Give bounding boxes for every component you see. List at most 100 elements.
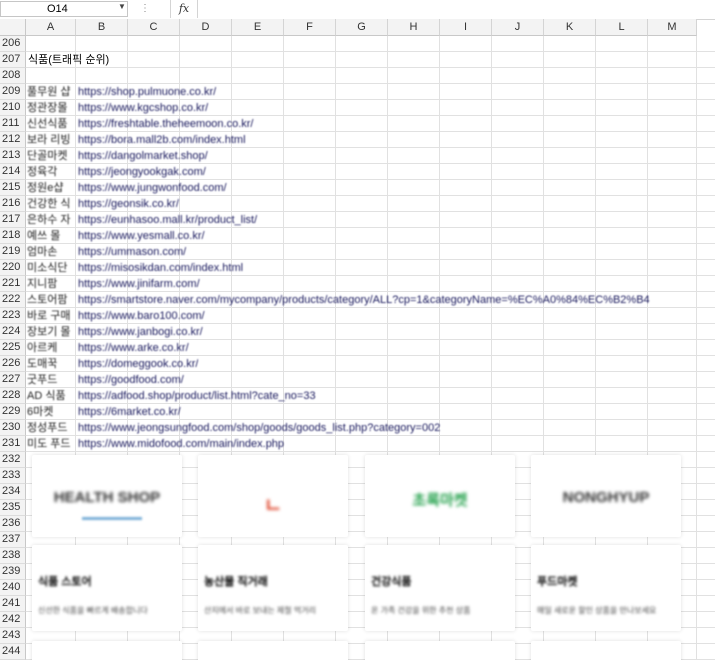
column-header-g[interactable]: G	[336, 19, 388, 36]
row-header[interactable]: 216	[0, 196, 26, 212]
row-header[interactable]: 232	[0, 452, 26, 468]
column-header-a[interactable]: A	[26, 19, 76, 36]
site-url-cell[interactable]: https://adfood.shop/product/list.html?ca…	[78, 388, 316, 404]
site-name-cell[interactable]: 예쓰 몰	[27, 228, 76, 244]
row-header[interactable]: 228	[0, 388, 26, 404]
site-url-cell[interactable]: https://freshtable.theheemoon.co.kr/	[78, 116, 254, 132]
site-url-cell[interactable]: https://www.yesmall.co.kr/	[78, 228, 205, 244]
row-header[interactable]: 214	[0, 164, 26, 180]
row-header[interactable]: 231	[0, 436, 26, 452]
column-header-i[interactable]: I	[440, 19, 492, 36]
site-url-cell[interactable]: https://www.janbogi.co.kr/	[78, 324, 203, 340]
row-header[interactable]: 211	[0, 116, 26, 132]
row-header[interactable]: 218	[0, 228, 26, 244]
site-name-cell[interactable]: 굿푸드	[27, 372, 76, 388]
column-header-e[interactable]: E	[232, 19, 284, 36]
site-url-cell[interactable]: https://smartstore.naver.com/mycompany/p…	[78, 292, 650, 308]
site-url-cell[interactable]: https://6market.co.kr/	[78, 404, 181, 420]
row-header[interactable]: 238	[0, 548, 26, 564]
site-name-cell[interactable]: 건강한 식	[27, 196, 76, 212]
row-header[interactable]: 220	[0, 260, 26, 276]
row-header[interactable]: 212	[0, 132, 26, 148]
row-header[interactable]: 229	[0, 404, 26, 420]
site-url-cell[interactable]: https://www.jeongsungfood.com/shop/goods…	[78, 420, 440, 436]
site-url-cell[interactable]: https://www.midofood.com/main/index.php	[78, 436, 284, 452]
site-url-cell[interactable]: https://shop.pulmuone.co.kr/	[78, 84, 216, 100]
site-url-cell[interactable]: https://www.arke.co.kr/	[78, 340, 189, 356]
more-options-icon[interactable]: ⋮	[140, 3, 151, 14]
site-name-cell[interactable]: 아르케	[27, 340, 76, 356]
site-url-cell[interactable]: https://geonsik.co.kr/	[78, 196, 179, 212]
site-name-cell[interactable]: 정육각	[27, 164, 76, 180]
column-header-d[interactable]: D	[180, 19, 232, 36]
site-name-cell[interactable]: 바로 구매	[27, 308, 76, 324]
column-header-k[interactable]: K	[544, 19, 596, 36]
row-header[interactable]: 236	[0, 516, 26, 532]
site-name-cell[interactable]: 신선식품	[27, 116, 76, 132]
worksheet-grid[interactable]: ABCDEFGHIJKLM 206 207 208 209 210 211 212 213 21…	[0, 19, 715, 660]
row-header[interactable]: 219	[0, 244, 26, 260]
row-header[interactable]: 222	[0, 292, 26, 308]
site-name-cell[interactable]: 6마켓	[27, 404, 76, 420]
site-name-cell[interactable]: 정성푸드	[27, 420, 76, 436]
site-name-cell[interactable]: 정관장몰	[27, 100, 76, 116]
column-header-c[interactable]: C	[128, 19, 180, 36]
column-header-l[interactable]: L	[596, 19, 648, 36]
site-name-cell[interactable]: 미소식단	[27, 260, 76, 276]
row-header[interactable]: 243	[0, 628, 26, 644]
row-header[interactable]: 241	[0, 596, 26, 612]
insert-function-button[interactable]: fx	[170, 0, 198, 18]
row-header[interactable]: 242	[0, 612, 26, 628]
row-header[interactable]: 225	[0, 340, 26, 356]
site-name-cell[interactable]: 풀무원 샵	[27, 84, 76, 100]
row-header[interactable]: 234	[0, 484, 26, 500]
column-header-h[interactable]: H	[388, 19, 440, 36]
site-name-cell[interactable]: 엄마손	[27, 244, 76, 260]
column-header-j[interactable]: J	[492, 19, 544, 36]
row-header[interactable]: 226	[0, 356, 26, 372]
site-name-cell[interactable]: 보라 리빙	[27, 132, 76, 148]
site-url-cell[interactable]: https://bora.mall2b.com/index.html	[78, 132, 246, 148]
column-header-b[interactable]: B	[76, 19, 128, 36]
row-header[interactable]: 221	[0, 276, 26, 292]
site-url-cell[interactable]: https://eunhasoo.mall.kr/product_list/	[78, 212, 257, 228]
row-header[interactable]: 209	[0, 84, 26, 100]
site-name-cell[interactable]: 지니팜	[27, 276, 76, 292]
row-header[interactable]: 227	[0, 372, 26, 388]
row-header[interactable]: 210	[0, 100, 26, 116]
row-header[interactable]: 217	[0, 212, 26, 228]
row-header[interactable]: 215	[0, 180, 26, 196]
site-name-cell[interactable]: 장보기 몰	[27, 324, 76, 340]
site-name-cell[interactable]: 정원e샵	[27, 180, 76, 196]
column-header-m[interactable]: M	[648, 19, 697, 36]
row-header[interactable]: 244	[0, 644, 26, 660]
row-header[interactable]: 233	[0, 468, 26, 484]
site-name-cell[interactable]: 은하수 자	[27, 212, 76, 228]
site-name-cell[interactable]: 단골마켓	[27, 148, 76, 164]
select-all-corner[interactable]	[0, 19, 26, 36]
site-name-cell[interactable]: 스토어팜	[27, 292, 76, 308]
site-url-cell[interactable]: https://domeggook.co.kr/	[78, 356, 198, 372]
row-header[interactable]: 237	[0, 532, 26, 548]
site-url-cell[interactable]: https://dangolmarket.shop/	[78, 148, 208, 164]
row-header[interactable]: 207	[0, 52, 26, 68]
column-header-f[interactable]: F	[284, 19, 336, 36]
site-url-cell[interactable]: https://www.jungwonfood.com/	[78, 180, 227, 196]
formula-input[interactable]	[198, 0, 714, 18]
site-url-cell[interactable]: https://ummason.com/	[78, 244, 186, 260]
site-name-cell[interactable]: 도매꾹	[27, 356, 76, 372]
site-name-cell[interactable]: 미도 푸드	[27, 436, 76, 452]
row-header[interactable]: 213	[0, 148, 26, 164]
section-heading[interactable]: 식품(트래픽 순위)	[28, 52, 109, 68]
site-url-cell[interactable]: https://misosikdan.com/index.html	[78, 260, 243, 276]
site-url-cell[interactable]: https://www.kgcshop.co.kr/	[78, 100, 208, 116]
row-header[interactable]: 240	[0, 580, 26, 596]
site-name-cell[interactable]: AD 식품	[27, 388, 76, 404]
site-url-cell[interactable]: https://goodfood.com/	[78, 372, 184, 388]
row-header[interactable]: 206	[0, 36, 26, 52]
row-header[interactable]: 239	[0, 564, 26, 580]
row-header[interactable]: 235	[0, 500, 26, 516]
row-header[interactable]: 223	[0, 308, 26, 324]
row-header[interactable]: 230	[0, 420, 26, 436]
row-header[interactable]: 208	[0, 68, 26, 84]
